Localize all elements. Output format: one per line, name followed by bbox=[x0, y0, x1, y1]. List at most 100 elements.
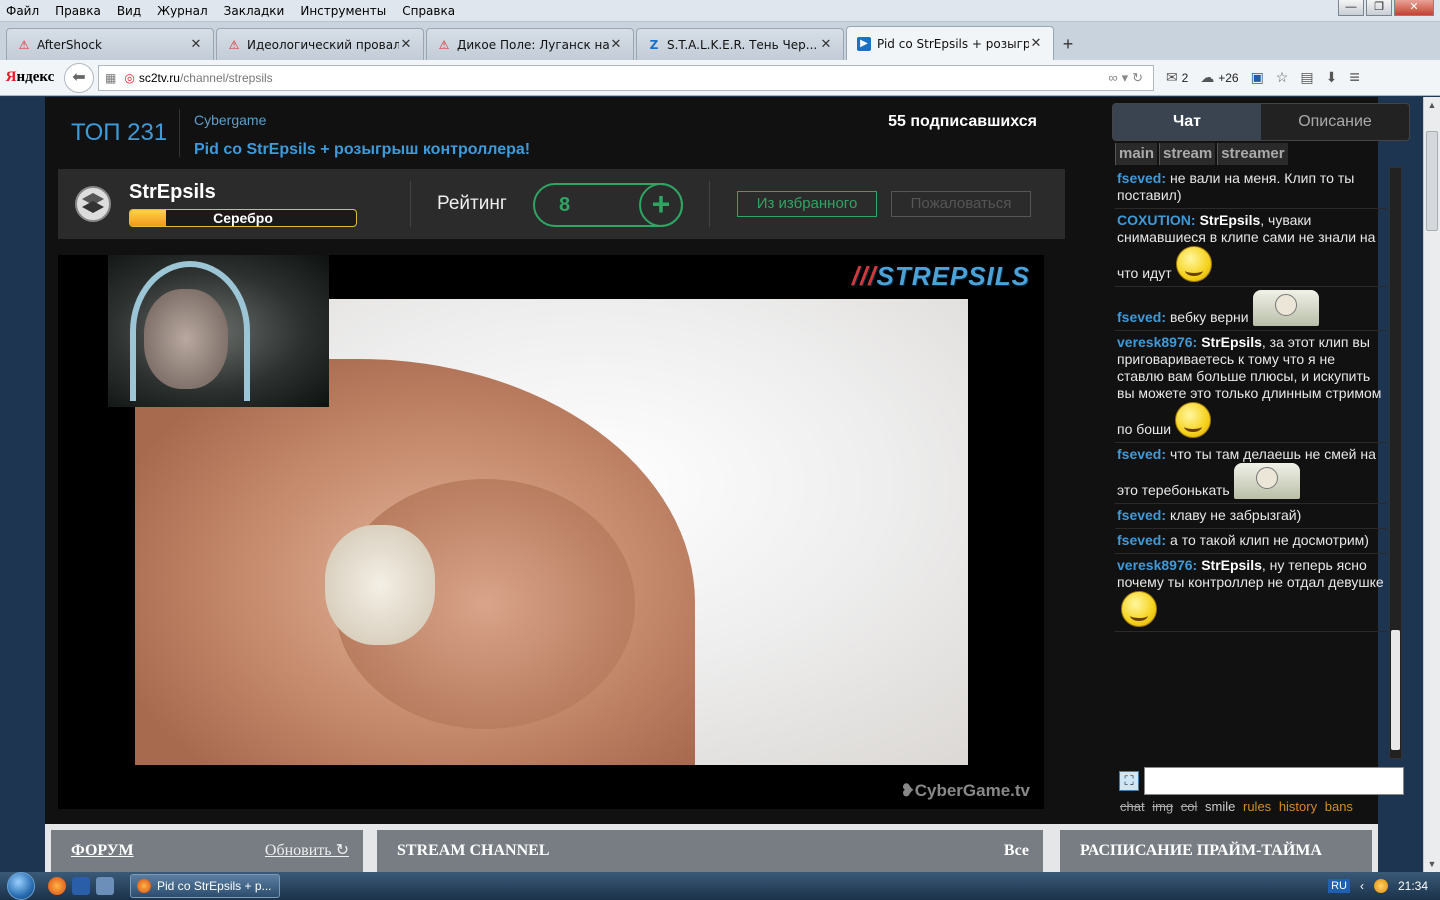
start-button[interactable] bbox=[0, 872, 42, 900]
forum-link[interactable]: ФОРУМ bbox=[71, 842, 134, 859]
expand-icon[interactable]: ⛶ bbox=[1119, 771, 1139, 791]
tray-app-icon[interactable] bbox=[1373, 879, 1388, 893]
chat-nick[interactable]: fseved: bbox=[1117, 309, 1166, 325]
rating-plus-button[interactable]: + bbox=[639, 183, 683, 227]
extension-icon[interactable]: ▣ bbox=[1251, 69, 1264, 86]
all-link[interactable]: Все bbox=[1004, 830, 1029, 872]
video-player[interactable]: ///STREPSILS ❥CyberGame.tv bbox=[58, 255, 1044, 809]
tab-close-icon[interactable]: ✕ bbox=[1029, 36, 1043, 51]
desktop-icon[interactable] bbox=[96, 877, 114, 895]
url-bar[interactable]: ▦ ◎ sc2tv.ru /channel/strepsils ∞▾↻ bbox=[98, 64, 1154, 91]
chat-link-img[interactable]: img bbox=[1152, 799, 1173, 814]
chat-nick[interactable]: COXUTION: bbox=[1117, 212, 1196, 228]
close-window-button[interactable]: ✕ bbox=[1394, 0, 1434, 16]
webcam-overlay bbox=[108, 255, 329, 407]
page-scroll-thumb[interactable] bbox=[1426, 131, 1438, 231]
tab-chat[interactable]: Чат bbox=[1113, 104, 1261, 140]
taskbar-task-label: Pid со StrEpsils + p... bbox=[157, 879, 272, 893]
chat-nick[interactable]: fseved: bbox=[1117, 532, 1166, 548]
weather-icon[interactable]: ☁ +26 bbox=[1200, 69, 1238, 86]
firefox-icon[interactable] bbox=[48, 877, 66, 895]
remove-favorite-button[interactable]: Из избранного bbox=[737, 191, 877, 217]
menu-edit[interactable]: Правка bbox=[55, 4, 101, 18]
menu-tools[interactable]: Инструменты bbox=[300, 4, 386, 18]
taskbar-firefox-window[interactable]: Pid со StrEpsils + p... bbox=[130, 874, 280, 898]
chat-nick[interactable]: veresk8976: bbox=[1117, 334, 1197, 350]
warning-icon: ⚠ bbox=[228, 37, 240, 52]
menu-view[interactable]: Вид bbox=[117, 4, 141, 18]
chat-link-rules[interactable]: rules bbox=[1243, 799, 1271, 814]
rating-label: Рейтинг bbox=[437, 193, 507, 214]
subscriber-count: 55 подписавшихся bbox=[888, 113, 1037, 130]
menu-icon[interactable]: ≡ bbox=[1349, 67, 1360, 88]
windows-logo-icon bbox=[7, 872, 35, 900]
language-indicator[interactable]: RU bbox=[1328, 879, 1350, 893]
firefox-icon bbox=[137, 879, 151, 893]
tab-description[interactable]: Описание bbox=[1261, 104, 1409, 140]
system-tray: RU ‹ 21:34 bbox=[1328, 879, 1440, 893]
clipboard-icon[interactable]: ▤ bbox=[1300, 69, 1313, 86]
chat-panel: Чат Описание main stream streamer fseved… bbox=[1112, 103, 1410, 823]
tab-sc2tv-active[interactable]: ▶ Pid со StrEpsils + розыгр... ✕ bbox=[846, 26, 1054, 60]
chat-scrollbar[interactable] bbox=[1389, 167, 1402, 759]
mail-icon[interactable]: ✉ 2 bbox=[1166, 69, 1188, 86]
meme-emote-icon bbox=[1233, 463, 1300, 499]
chat-link-bans[interactable]: bans bbox=[1325, 799, 1353, 814]
tab-close-icon[interactable]: ✕ bbox=[609, 37, 623, 52]
tray-expand-icon[interactable]: ‹ bbox=[1360, 879, 1364, 893]
tab-close-icon[interactable]: ✕ bbox=[189, 37, 203, 52]
subtab-streamer[interactable]: streamer bbox=[1217, 143, 1288, 165]
tiles-icon[interactable]: ▦ bbox=[105, 71, 116, 85]
chat-link-chat[interactable]: chat bbox=[1120, 799, 1145, 814]
tab-ideology[interactable]: ⚠ Идеологический провал... ✕ bbox=[216, 28, 424, 60]
clock[interactable]: 21:34 bbox=[1398, 879, 1428, 893]
back-button[interactable]: ⬅ bbox=[64, 62, 94, 93]
reader-refresh-icons[interactable]: ∞▾↻ bbox=[1108, 70, 1147, 86]
stream-channel-title: STREAM CHANNEL bbox=[397, 842, 550, 859]
chat-nick[interactable]: veresk8976: bbox=[1117, 557, 1197, 573]
game-name[interactable]: Cybergame bbox=[194, 112, 266, 128]
video-hair bbox=[325, 525, 435, 645]
warning-icon: ⚠ bbox=[438, 37, 450, 52]
scroll-down-icon[interactable]: ▼ bbox=[1424, 856, 1440, 872]
tab-close-icon[interactable]: ✕ bbox=[819, 37, 833, 52]
maximize-button[interactable]: ❐ bbox=[1366, 0, 1392, 16]
tab-stalker[interactable]: Z S.T.A.L.K.E.R. Тень Чер... ✕ bbox=[636, 28, 844, 60]
subtab-stream[interactable]: stream bbox=[1159, 143, 1216, 165]
rank-badge-icon bbox=[75, 186, 111, 222]
tab-aftershock[interactable]: ⚠ AfterShock ✕ bbox=[6, 28, 214, 60]
menu-bookmarks[interactable]: Закладки bbox=[224, 4, 285, 18]
minimize-button[interactable]: — bbox=[1338, 0, 1364, 16]
chat-nick[interactable]: fseved: bbox=[1117, 170, 1166, 186]
chat-nick[interactable]: fseved: bbox=[1117, 507, 1166, 523]
streamer-name[interactable]: StrEpsils bbox=[129, 181, 216, 204]
complain-button[interactable]: Пожаловаться bbox=[891, 191, 1031, 217]
chat-link-smile[interactable]: smile bbox=[1205, 799, 1235, 814]
page-scrollbar[interactable]: ▲ ▼ bbox=[1423, 97, 1440, 872]
bookmark-star-icon[interactable]: ☆ bbox=[1276, 69, 1289, 86]
bottom-sections: ФОРУМ Обновить ↻ STREAM CHANNEL Все РАСП… bbox=[45, 824, 1378, 872]
menu-help[interactable]: Справка bbox=[402, 4, 455, 18]
chat-link-col[interactable]: col bbox=[1181, 799, 1198, 814]
menu-history[interactable]: Журнал bbox=[157, 4, 208, 18]
chat-message: fseved: а то такой клип не досмотрим) bbox=[1115, 529, 1387, 554]
chat-nick[interactable]: fseved: bbox=[1117, 446, 1166, 462]
smile-emote-icon bbox=[1121, 591, 1157, 627]
top-rank: ТОП 231 bbox=[71, 119, 168, 146]
chat-messages: fseved: не вали на меня. Клип то ты поста… bbox=[1115, 167, 1387, 762]
new-tab-button[interactable]: + bbox=[1056, 30, 1080, 58]
stream-header: ТОП 231 Cybergame Pid со StrEpsils + роз… bbox=[57, 103, 1047, 165]
subtab-main[interactable]: main bbox=[1115, 143, 1158, 165]
yandex-logo[interactable]: Яндекс bbox=[0, 69, 60, 86]
chat-link-history[interactable]: history bbox=[1279, 799, 1317, 814]
tab-dikoe-pole[interactable]: ⚠ Дикое Поле: Луганск на... ✕ bbox=[426, 28, 634, 60]
chat-scroll-thumb[interactable] bbox=[1391, 630, 1400, 750]
navigation-bar: Яндекс ⬅ ▦ ◎ sc2tv.ru /channel/strepsils… bbox=[0, 60, 1440, 96]
forum-refresh-link[interactable]: Обновить ↻ bbox=[265, 830, 349, 872]
word-icon[interactable] bbox=[72, 877, 90, 895]
tab-close-icon[interactable]: ✕ bbox=[399, 37, 413, 52]
scroll-up-icon[interactable]: ▲ bbox=[1424, 97, 1440, 113]
download-icon[interactable]: ⬇ bbox=[1326, 69, 1338, 86]
chat-input[interactable] bbox=[1144, 767, 1404, 795]
menu-file[interactable]: Файл bbox=[6, 4, 39, 18]
